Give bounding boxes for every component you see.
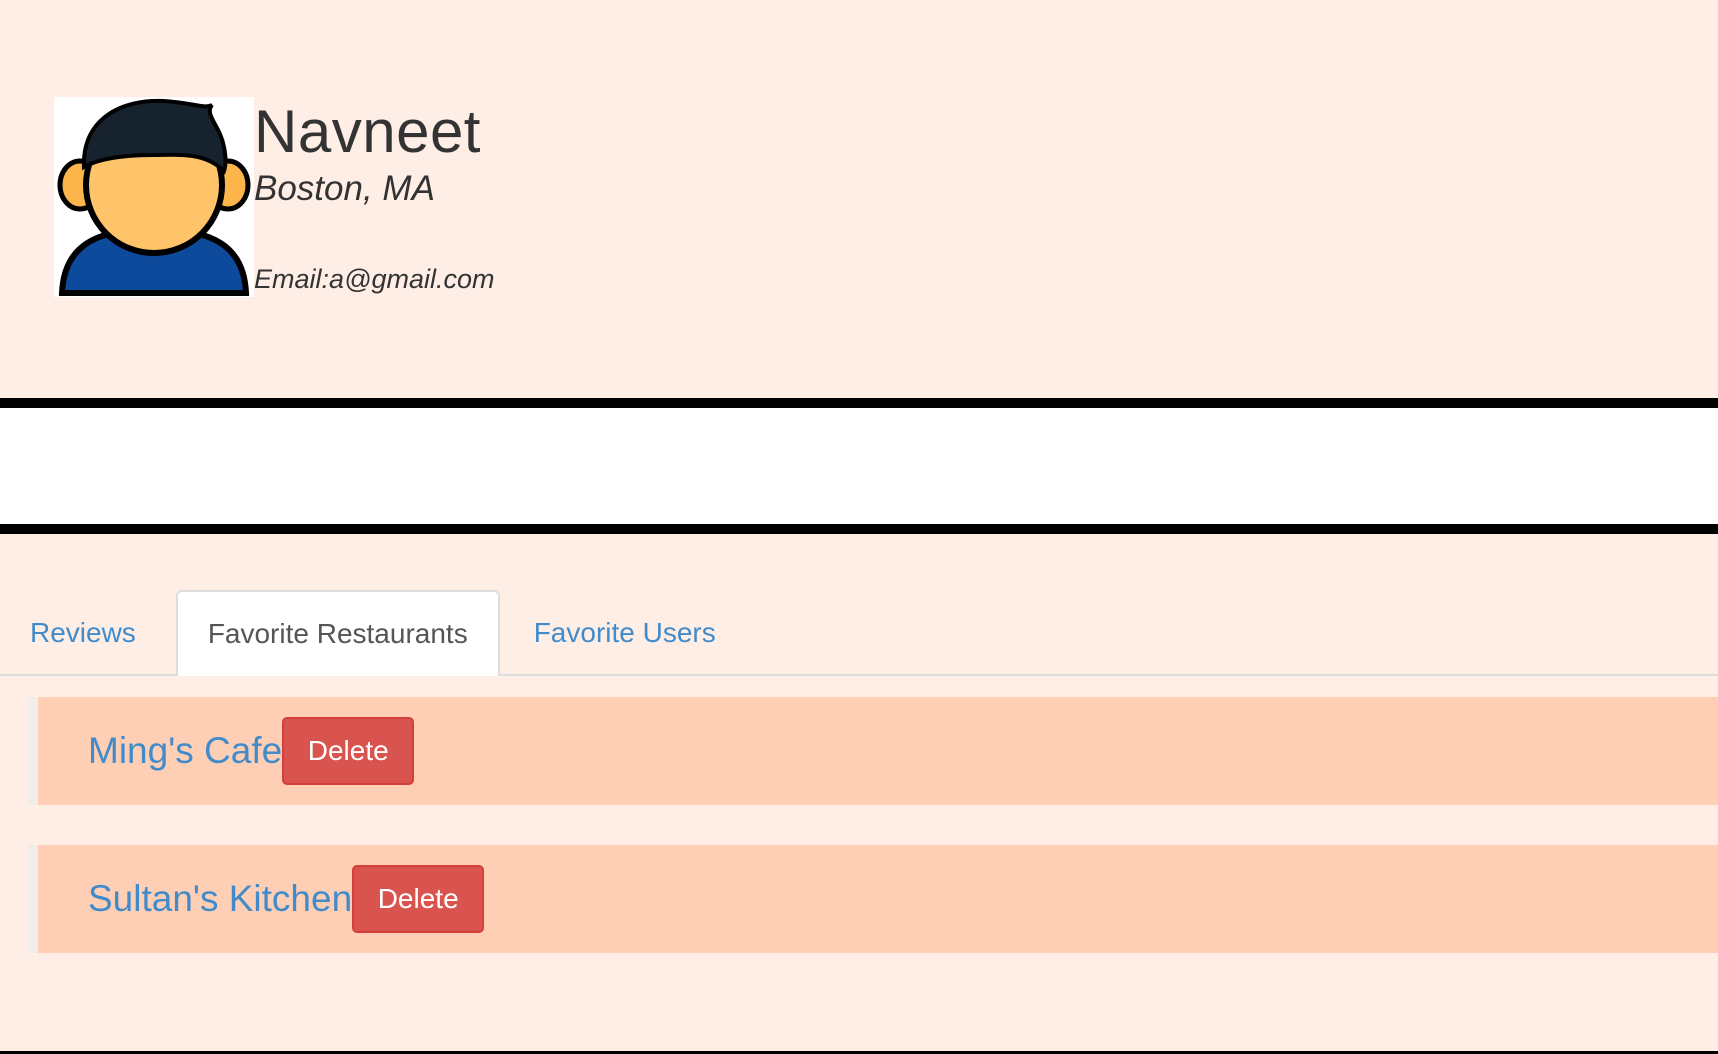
delete-button[interactable]: Delete bbox=[282, 717, 415, 785]
favorite-restaurants-list: Ming's Cafe Delete Sultan's Kitchen Dele… bbox=[28, 697, 1718, 993]
list-item: Ming's Cafe Delete bbox=[28, 697, 1718, 805]
list-item: Sultan's Kitchen Delete bbox=[28, 845, 1718, 953]
avatar bbox=[54, 97, 254, 297]
profile-email: Email:a@gmail.com bbox=[254, 264, 495, 294]
profile-name: Navneet bbox=[254, 98, 481, 165]
profile-location: Boston, MA bbox=[254, 169, 435, 208]
profile-header: Navneet Boston, MA Email:a@gmail.com bbox=[54, 97, 494, 297]
tab-favorite-restaurants[interactable]: Favorite Restaurants bbox=[175, 590, 500, 676]
user-avatar-icon bbox=[57, 98, 251, 296]
delete-button[interactable]: Delete bbox=[352, 865, 485, 933]
profile-tabs: Reviews Favorite Restaurants Favorite Us… bbox=[0, 590, 1718, 676]
restaurant-link[interactable]: Sultan's Kitchen bbox=[88, 877, 352, 921]
divider-band bbox=[0, 398, 1718, 534]
restaurant-link[interactable]: Ming's Cafe bbox=[88, 729, 282, 773]
page: Navneet Boston, MA Email:a@gmail.com Rev… bbox=[0, 0, 1718, 1054]
tab-reviews[interactable]: Reviews bbox=[0, 590, 172, 674]
tab-favorite-users[interactable]: Favorite Users bbox=[504, 590, 746, 674]
profile-info: Navneet Boston, MA Email:a@gmail.com bbox=[254, 97, 494, 295]
